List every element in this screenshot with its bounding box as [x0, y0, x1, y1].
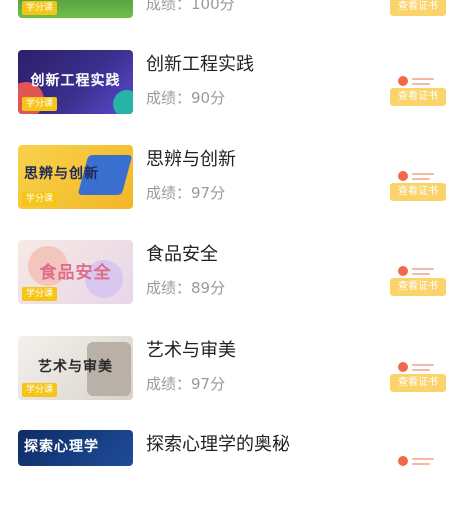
course-title[interactable]: 艺术与审美: [146, 340, 236, 362]
view-certificate-button[interactable]: 查看证书: [390, 167, 446, 207]
course-thumbnail[interactable]: 学分课: [18, 0, 133, 18]
certificate-icon: [398, 456, 438, 470]
view-certificate-label: 查看证书: [390, 374, 446, 392]
certificate-line: [412, 458, 434, 460]
view-certificate-button[interactable]: 查看证书: [390, 358, 446, 398]
list-item[interactable]: 思辨与创新 学分课 思辨与创新 成绩：97分 查看证书: [0, 145, 472, 241]
view-certificate-button[interactable]: 查看证书: [390, 262, 446, 302]
certificate-line: [412, 268, 434, 270]
view-certificate-label: 查看证书: [390, 278, 446, 296]
certificate-seal-icon: [398, 76, 408, 86]
credit-tag: 学分课: [22, 192, 58, 206]
certificate-seal-icon: [398, 362, 408, 372]
course-score: 成绩：90分: [146, 89, 226, 107]
course-thumbnail[interactable]: 艺术与审美 学分课: [18, 336, 133, 400]
thumbnail-title: 食品安全: [39, 263, 112, 283]
thumbnail-title: 艺术与审美: [38, 359, 113, 375]
course-thumbnail[interactable]: 思辨与创新 学分课: [18, 145, 133, 209]
credit-tag: 学分课: [22, 1, 58, 15]
certificate-line: [412, 369, 430, 371]
course-title[interactable]: 创新工程实践: [146, 54, 254, 76]
thumbnail-title: 思辨与创新: [24, 166, 99, 182]
certificate-line: [412, 364, 434, 366]
course-thumbnail[interactable]: 创新工程实践 学分课: [18, 50, 133, 114]
course-title[interactable]: 食品安全: [146, 244, 218, 266]
credit-tag: 学分课: [22, 383, 58, 397]
view-certificate-label: 查看证书: [390, 0, 446, 16]
certificate-line: [412, 178, 430, 180]
view-certificate-button[interactable]: 查看证书: [390, 72, 446, 112]
course-list: 学分课 成绩：100分 查看证书 创新工程实践 学分课 创新工程实践 成绩：90…: [0, 0, 472, 466]
view-certificate-button[interactable]: [390, 452, 446, 492]
view-certificate-label: 查看证书: [390, 88, 446, 106]
certificate-line: [412, 83, 430, 85]
course-title[interactable]: 思辨与创新: [146, 149, 236, 171]
certificate-seal-icon: [398, 456, 408, 466]
thumbnail-title: 探索心理学: [24, 439, 99, 455]
credit-tag: 学分课: [22, 97, 58, 111]
list-item[interactable]: 探索心理学 探索心理学的奥秘: [0, 430, 472, 526]
credit-tag: 学分课: [22, 287, 58, 301]
course-thumbnail[interactable]: 食品安全 学分课: [18, 240, 133, 304]
list-item[interactable]: 艺术与审美 学分课 艺术与审美 成绩：97分 查看证书: [0, 336, 472, 432]
certificate-line: [412, 173, 434, 175]
list-item[interactable]: 学分课 成绩：100分 查看证书: [0, 0, 472, 20]
certificate-line: [412, 463, 430, 465]
course-score: 成绩：97分: [146, 375, 226, 393]
decor-circle-icon: [113, 90, 133, 114]
course-score: 成绩：97分: [146, 184, 226, 202]
course-thumbnail[interactable]: 探索心理学: [18, 430, 133, 466]
certificate-line: [412, 273, 430, 275]
thumbnail-title: 创新工程实践: [30, 73, 121, 89]
list-item[interactable]: 创新工程实践 学分课 创新工程实践 成绩：90分 查看证书: [0, 50, 472, 146]
view-certificate-button[interactable]: 查看证书: [390, 0, 446, 22]
course-score: 成绩：89分: [146, 279, 226, 297]
view-certificate-label: 查看证书: [390, 183, 446, 201]
certificate-seal-icon: [398, 266, 408, 276]
certificate-seal-icon: [398, 171, 408, 181]
certificate-line: [412, 78, 434, 80]
course-score: 成绩：100分: [146, 0, 235, 13]
course-title[interactable]: 探索心理学的奥秘: [146, 434, 290, 456]
list-item[interactable]: 食品安全 学分课 食品安全 成绩：89分 查看证书: [0, 240, 472, 336]
